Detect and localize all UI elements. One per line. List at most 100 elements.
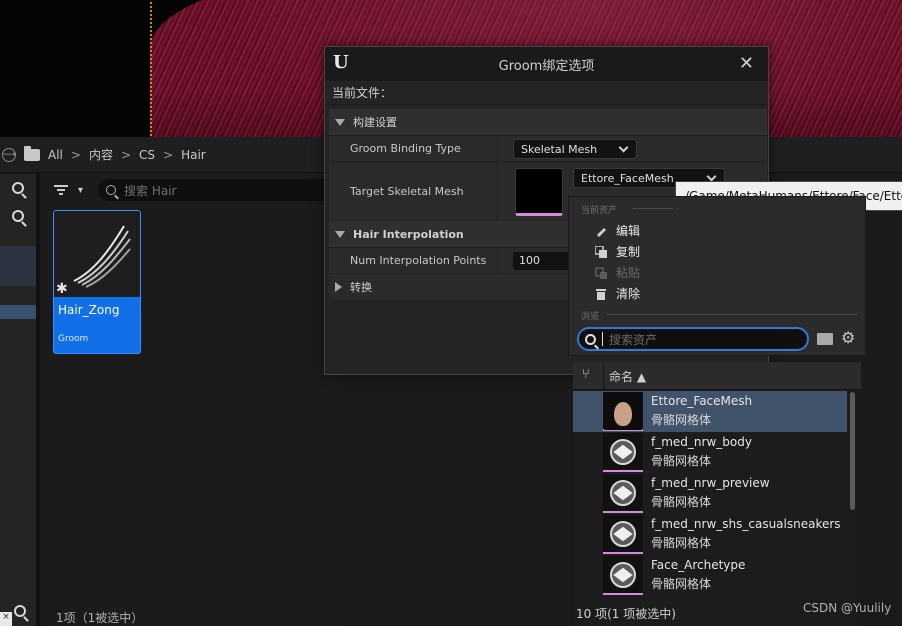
folder-icon[interactable] [817,333,833,345]
breadcrumb-all[interactable]: All [48,148,63,162]
menu-item-label: 清除 [616,287,641,301]
asset-view: ▾ 搜索 Hair ✱ Hair_Zong Groom [44,174,378,626]
watermark: CSDN @Yuulily [803,601,892,615]
breadcrumb-cs[interactable]: CS [139,148,155,162]
skeletal-mesh-icon [610,561,636,588]
asset-type: Groom [58,334,89,344]
browse-heading: 浏览 [581,312,600,322]
asset-picker-menu: 当前资产 编辑 复制 粘贴 清除 浏览 搜索资产 ⚙ [568,196,866,356]
skeletal-mesh-icon [610,520,636,547]
cube-glyph [613,526,633,541]
chevron-down-icon [706,171,717,182]
menu-item-paste[interactable]: 粘贴 [595,264,640,281]
list-item[interactable]: Ettore_FaceMesh 骨骼网格体 [573,391,847,432]
section-build-settings[interactable]: 构建设置 [329,109,767,135]
close-icon[interactable]: × [0,612,12,626]
row-type: 骨骼网格体 [651,577,712,591]
branch-icon[interactable]: ⑂ [582,368,596,382]
search-icon [12,182,24,194]
folder-tree-selected[interactable] [0,305,36,319]
mesh-thumbnail [603,556,643,595]
search-icon [106,185,116,195]
expand-arrow-icon [335,230,345,238]
current-asset-heading: 当前资产 [581,206,618,216]
dialog-title: Groom绑定选项 [498,58,595,74]
property-groom-binding-type: Groom Binding Type Skeletal Mesh [329,135,767,161]
column-name-header[interactable]: 命名 ▲ [609,368,646,385]
face-head [614,401,632,426]
list-item[interactable]: f_med_nrw_preview 骨骼网格体 [573,473,847,514]
menu-item-clear[interactable]: 清除 [595,285,640,302]
row-type: 骨骼网格体 [651,495,712,509]
cube-glyph [613,444,633,459]
search-placeholder: 搜索资产 [609,332,658,347]
menu-item-copy[interactable]: 复制 [594,243,641,260]
asset-name: Hair_Zong [58,303,120,317]
filter-icon[interactable] [54,185,68,195]
mesh-thumbnail[interactable] [515,168,563,216]
gear-icon[interactable]: ⚙ [841,330,857,346]
list-status: 10 项(1 项被选中) [576,607,676,621]
groom-binding-type-dropdown[interactable]: Skeletal Mesh [513,139,637,159]
breadcrumb-separator: > [120,147,132,162]
row-name: f_med_nrw_shs_casualsneakers [651,517,841,531]
menu-item-label: 复制 [616,245,641,259]
dropdown-value: Ettore_FaceMesh [581,171,674,185]
list-header: ⑂ 命名 ▲ [573,362,861,390]
collapse-arrow-icon [335,282,342,292]
list-item[interactable]: f_med_nrw_shs_casualsneakers 骨骼网格体 [573,514,847,555]
list-item[interactable]: f_med_nrw_body 骨骼网格体 [573,432,847,473]
pencil-icon [595,225,607,237]
mesh-thumbnail [603,474,643,513]
current-file-label: 当前文件： [325,81,768,105]
face-icon [604,391,642,430]
search-placeholder: 搜索 Hair [124,183,177,198]
skeletal-mesh-icon [610,438,636,465]
scrollbar[interactable] [850,392,855,510]
asset-tile[interactable]: ✱ Hair_Zong Groom [53,210,141,354]
expand-arrow-icon [335,118,345,126]
mesh-thumbnail [603,515,643,554]
divider [603,362,604,390]
menu-item-label: 编辑 [616,224,641,238]
hair-edge [150,0,160,137]
divider [633,208,673,209]
menu-item-edit[interactable]: 编辑 [595,222,640,239]
row-type: 骨骼网格体 [651,454,712,468]
dropdown-value: Skeletal Mesh [521,142,598,156]
row-name: Ettore_FaceMesh [651,394,753,408]
breadcrumb-separator: > [70,147,81,162]
sources-search-button[interactable] [0,174,36,202]
chevron-down-icon [618,142,629,153]
section-title: 构建设置 [353,116,397,129]
sources-panel [0,174,40,626]
breadcrumb-hair[interactable]: Hair [181,148,206,162]
folder-tree-highlight[interactable] [0,246,36,286]
property-label: Num Interpolation Points [350,254,487,267]
property-label: Target Skeletal Mesh [350,185,464,198]
collections-search-button[interactable] [0,202,36,230]
mesh-thumbnail [603,433,643,472]
skeletal-mesh-icon [610,479,636,506]
search-icon [12,210,24,222]
history-icon[interactable]: ⟶ [2,147,16,162]
chevron-down-icon[interactable]: ▾ [78,185,83,196]
paste-icon [595,266,607,279]
search-icon [14,605,26,617]
asset-search-input[interactable]: 搜索资产 [577,327,809,351]
divider [607,314,857,315]
search-icon [585,333,596,345]
section-title: 转换 [350,281,372,294]
property-label: Groom Binding Type [350,142,461,155]
folder-icon[interactable] [24,145,40,161]
cube-glyph [613,485,633,500]
menu-item-label: 粘贴 [616,266,641,280]
row-name: f_med_nrw_preview [651,476,770,490]
close-button[interactable]: ✕ [739,53,754,74]
unreal-logo-icon: U [333,52,349,73]
list-item[interactable]: Face_Archetype 骨骼网格体 [573,555,847,595]
divider [497,136,498,161]
breadcrumb-content[interactable]: 内容 [89,146,113,163]
cube-glyph [613,567,633,582]
dialog-title-bar[interactable]: U Groom绑定选项 ✕ [325,47,768,81]
